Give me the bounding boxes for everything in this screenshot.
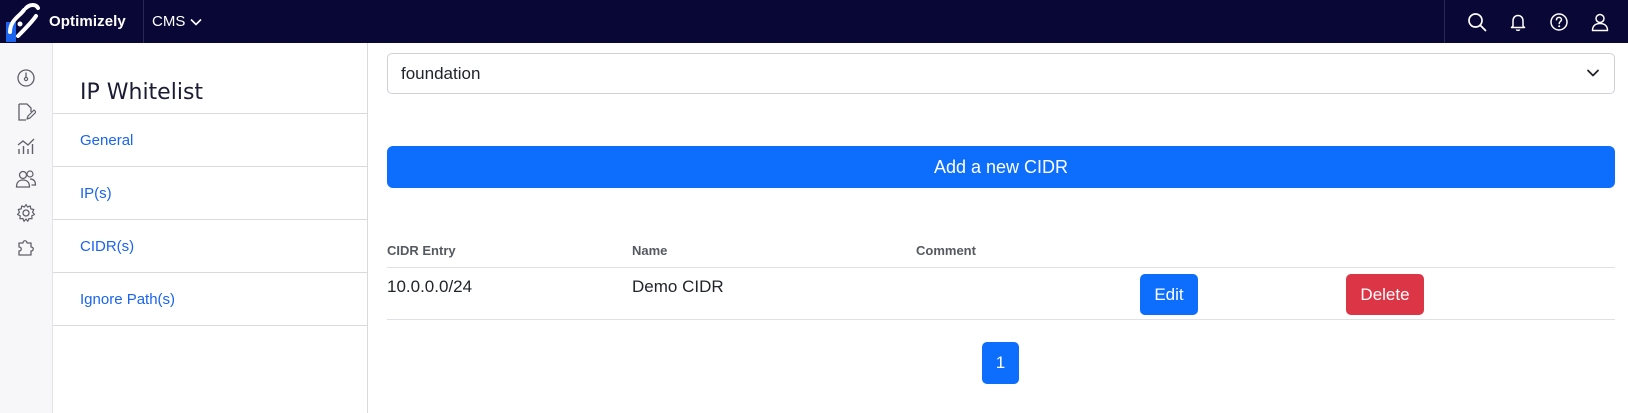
add-cidr-button[interactable]: Add a new CIDR (387, 146, 1615, 188)
nav-item-ignore-paths[interactable]: Ignore Path(s) (53, 273, 367, 326)
page-title: IP Whitelist (80, 80, 204, 105)
chevron-down-icon (190, 18, 202, 26)
brand-logo[interactable]: Optimizely (0, 0, 144, 43)
left-rail (0, 43, 53, 413)
settings-icon[interactable] (15, 202, 37, 224)
reports-icon[interactable] (15, 135, 37, 157)
top-bar: Optimizely CMS (0, 0, 1628, 43)
optimizely-logo-icon (6, 2, 40, 42)
settings-nav-list: General IP(s) CIDR(s) Ignore Path(s) (53, 113, 367, 326)
main-content: foundation Add a new CIDR CIDR Entry Nam… (368, 43, 1628, 413)
brand-name: Optimizely (49, 13, 126, 30)
edit-button[interactable]: Edit (1140, 274, 1198, 315)
nav-item-cidrs[interactable]: CIDR(s) (53, 220, 367, 273)
column-header-name: Name (632, 243, 668, 258)
edit-icon[interactable] (15, 101, 37, 123)
bell-icon[interactable] (1506, 10, 1530, 34)
nav-item-ips[interactable]: IP(s) (53, 167, 367, 220)
table-header: CIDR Entry Name Comment (387, 243, 1615, 268)
pagination-page-button[interactable]: 1 (982, 342, 1019, 384)
column-header-cidr-entry: CIDR Entry (387, 243, 456, 258)
add-ons-icon[interactable] (15, 236, 37, 258)
dashboard-icon[interactable] (15, 67, 37, 89)
help-icon[interactable] (1547, 10, 1571, 34)
site-select-value: foundation (401, 63, 481, 83)
settings-nav: IP Whitelist General IP(s) CIDR(s) Ignor… (53, 43, 368, 413)
site-select[interactable]: foundation (387, 53, 1615, 94)
search-icon[interactable] (1465, 10, 1489, 34)
column-header-comment: Comment (916, 243, 976, 258)
product-switcher[interactable]: CMS (152, 13, 202, 30)
table-row: 10.0.0.0/24 Demo CIDR Edit Delete (387, 268, 1615, 320)
cidr-table: CIDR Entry Name Comment 10.0.0.0/24 Demo… (387, 243, 1615, 320)
nav-item-general[interactable]: General (53, 114, 367, 167)
visitor-groups-icon[interactable] (15, 168, 37, 190)
name-cell: Demo CIDR (632, 277, 724, 296)
user-icon[interactable] (1588, 10, 1612, 34)
chevron-down-icon (1587, 69, 1599, 77)
product-label: CMS (152, 13, 186, 30)
header-actions (1444, 0, 1628, 43)
cidr-entry-cell: 10.0.0.0/24 (387, 277, 473, 296)
delete-button[interactable]: Delete (1346, 274, 1424, 315)
